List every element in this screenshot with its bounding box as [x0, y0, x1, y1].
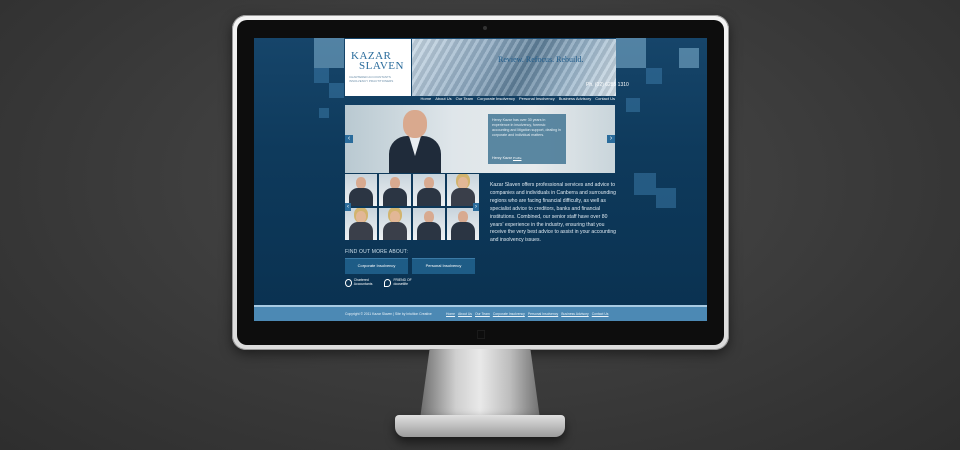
personal-insolvency-button[interactable]: Personal Insolvency: [412, 258, 475, 274]
team-photo[interactable]: [345, 208, 377, 240]
footer-link-team[interactable]: Our Team: [475, 312, 490, 316]
phone-number: Ph. (02) 6285 1310: [586, 82, 629, 88]
attribution-name: Henry Kazar: [492, 156, 512, 160]
team-grid: [345, 174, 479, 240]
decor-square: [626, 98, 640, 112]
nav-personal-insolvency[interactable]: Personal Insolvency: [519, 94, 555, 104]
heart-icon: [384, 279, 392, 287]
decor-square: [616, 38, 646, 68]
decor-square: [679, 48, 699, 68]
slider-attribution: Henry Kazar Profile: [492, 156, 522, 160]
nav-home[interactable]: Home: [421, 94, 432, 104]
footer-links: Home About Us Our Team Corporate Insolve…: [446, 312, 609, 316]
intro-paragraph: Kazar Slaven offers professional service…: [490, 182, 617, 244]
corporate-insolvency-button[interactable]: Corporate Insolvency: [345, 258, 408, 274]
footer-link-home[interactable]: Home: [446, 312, 455, 316]
team-photo[interactable]: [413, 174, 445, 206]
decor-square: [656, 188, 676, 208]
nav-our-team[interactable]: Our Team: [456, 94, 474, 104]
site-footer: Copyright © 2011 Kazar Slaven | Site by …: [254, 305, 707, 321]
doosetlife-badge[interactable]: FRIEND OF doosetlife: [384, 278, 424, 288]
footer-link-corporate[interactable]: Corporate Insolvency: [493, 312, 525, 316]
team-next-icon[interactable]: ›: [473, 203, 479, 211]
camera-icon: [483, 26, 487, 30]
footer-copyright: Copyright © 2011 Kazar Slaven | Site by …: [345, 312, 432, 316]
logo-wordmark: KAZAR SLAVEN: [351, 51, 407, 72]
hero-slider: [345, 105, 615, 173]
profile-photo: [387, 110, 443, 173]
team-prev-icon[interactable]: ‹: [345, 203, 351, 211]
website-screen: KAZAR SLAVEN CHARTERED ACCOUNTANTS INSOL…: [254, 38, 707, 321]
footer-link-business[interactable]: Business Advisory: [561, 312, 589, 316]
chartered-accountants-badge[interactable]: Chartered Accountants: [345, 278, 381, 288]
badge-text: FRIEND OF doosetlife: [393, 278, 412, 286]
team-photo[interactable]: [379, 174, 411, 206]
attribution-link[interactable]: Profile: [513, 156, 522, 160]
chevron-left-icon[interactable]: ‹: [345, 135, 353, 143]
logo-line-2: SLAVEN: [359, 60, 404, 72]
site-logo[interactable]: KAZAR SLAVEN CHARTERED ACCOUNTANTS INSOL…: [345, 39, 411, 96]
footer-link-contact[interactable]: Contact Us: [592, 312, 609, 316]
monitor-stand: [420, 349, 540, 419]
chevron-right-icon[interactable]: ›: [607, 135, 615, 143]
decor-square: [329, 83, 344, 98]
slider-quote: Henry Kazar has over 30 years in experie…: [492, 118, 561, 137]
nav-contact-us[interactable]: Contact Us: [595, 94, 615, 104]
decor-square: [314, 38, 344, 68]
logo-subtitle: CHARTERED ACCOUNTANTS INSOLVENCY PRACTIT…: [349, 75, 394, 83]
monitor-base: [395, 415, 565, 437]
decor-square: [646, 68, 662, 84]
main-nav: Home About Us Our Team Corporate Insolve…: [417, 94, 615, 104]
team-photo[interactable]: [447, 174, 479, 206]
footer-link-about[interactable]: About Us: [458, 312, 472, 316]
decor-square: [319, 108, 329, 118]
apple-icon: : [475, 328, 487, 342]
find-out-more-heading: FIND OUT MORE ABOUT:: [345, 249, 409, 255]
nav-corporate-insolvency[interactable]: Corporate Insolvency: [477, 94, 515, 104]
decor-square: [314, 68, 329, 83]
footer-link-personal[interactable]: Personal Insolvency: [528, 312, 558, 316]
team-photo[interactable]: [345, 174, 377, 206]
slider-caption: Henry Kazar has over 30 years in experie…: [488, 114, 566, 164]
team-photo[interactable]: [413, 208, 445, 240]
nav-business-advisory[interactable]: Business Advisory: [559, 94, 591, 104]
team-photo[interactable]: [447, 208, 479, 240]
tagline: Review. Refocus. Rebuild.: [498, 55, 584, 64]
badge-text: Chartered Accountants: [353, 278, 373, 286]
decor-square: [634, 173, 656, 195]
team-photo[interactable]: [379, 208, 411, 240]
nav-about-us[interactable]: About Us: [435, 94, 451, 104]
ca-logo-icon: [345, 279, 352, 287]
photo-head: [403, 110, 427, 138]
